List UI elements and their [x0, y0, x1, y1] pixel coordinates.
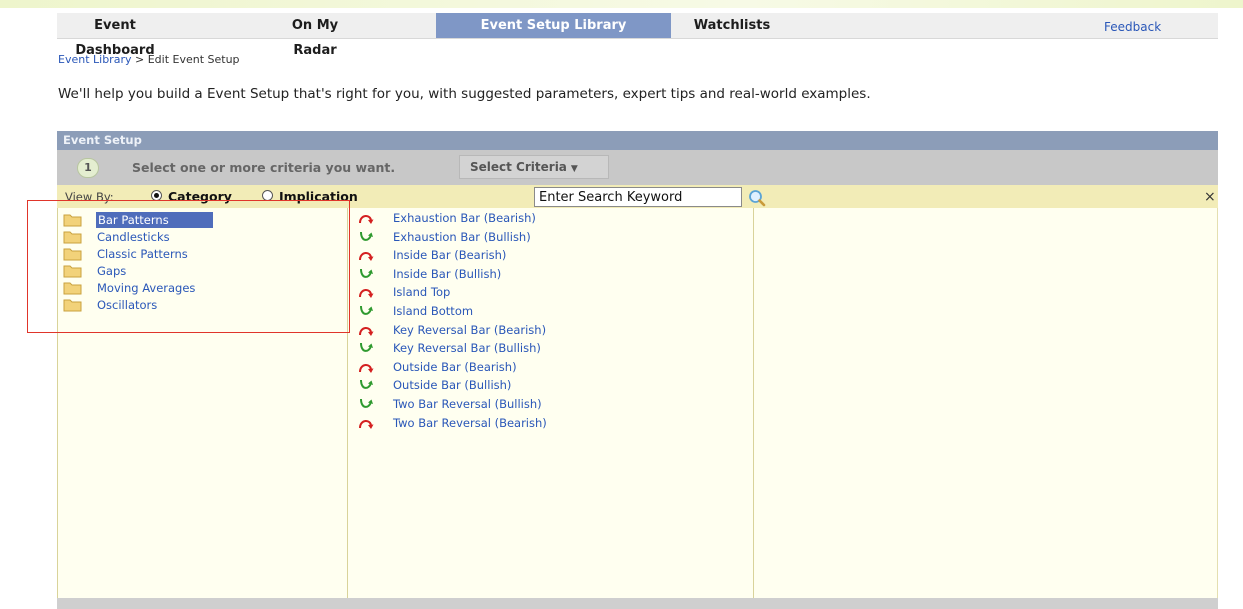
folder-icon	[63, 231, 82, 244]
category-item-candlesticks[interactable]: Candlesticks	[63, 229, 345, 246]
bearish-arrow-icon	[359, 215, 374, 224]
bullish-arrow-icon	[360, 343, 373, 353]
event-label: Island Top	[393, 285, 451, 300]
event-label: Island Bottom	[393, 303, 474, 318]
bullish-arrow-icon	[360, 231, 373, 241]
bearish-arrow-icon	[359, 289, 374, 299]
category-label: Oscillators	[97, 298, 158, 312]
breadcrumb-current: Edit Event Setup	[147, 53, 240, 66]
folder-icon	[63, 299, 82, 312]
step-number-badge: 1	[77, 158, 99, 178]
category-label: Candlesticks	[97, 230, 170, 244]
magnifier-search-icon[interactable]	[747, 186, 769, 208]
radio-category-label[interactable]: Category	[168, 189, 232, 204]
panel-bottom-strip	[57, 598, 1218, 609]
category-item-moving-averages[interactable]: Moving Averages	[63, 280, 345, 297]
view-by-row: View By: Category Implication ×	[57, 185, 1218, 208]
event-label: Outside Bar (Bullish)	[393, 378, 512, 393]
bearish-arrow-icon	[359, 252, 374, 262]
event-label: Key Reversal Bar (Bearish)	[393, 322, 547, 337]
bullish-arrow-icon	[360, 305, 373, 315]
event-label: Two Bar Reversal (Bearish)	[393, 415, 547, 430]
main-tab-bar: Event Dashboard On My Radar Event Setup …	[57, 13, 1218, 58]
search-keyword-input[interactable]	[534, 187, 742, 207]
bullish-arrow-icon	[360, 398, 373, 408]
bearish-arrow-icon	[359, 363, 374, 373]
category-label: Bar Patterns	[96, 212, 213, 228]
select-criteria-label: Select Criteria	[470, 160, 567, 174]
bullish-arrow-icon	[360, 380, 373, 390]
radio-implication[interactable]	[262, 190, 273, 201]
step-row: 1 Select one or more criteria you want. …	[57, 150, 1218, 185]
category-item-gaps[interactable]: Gaps	[63, 263, 345, 280]
tab-event-dashboard[interactable]: Event Dashboard	[57, 13, 173, 58]
breadcrumb-event-library-link[interactable]: Event Library	[58, 53, 131, 66]
tab-watchlists[interactable]: Watchlists	[671, 13, 793, 38]
feedback-link[interactable]: Feedback	[1104, 20, 1161, 34]
category-label: Gaps	[97, 264, 127, 278]
bearish-arrow-icon	[359, 419, 374, 429]
close-icon[interactable]: ×	[1204, 189, 1216, 205]
folder-icon	[63, 282, 82, 295]
event-label: Two Bar Reversal (Bullish)	[393, 396, 542, 411]
radio-category[interactable]	[151, 190, 162, 201]
tab-event-setup-library[interactable]: Event Setup Library	[436, 13, 671, 38]
detail-column	[753, 208, 1218, 598]
folder-icon	[63, 265, 82, 278]
breadcrumb-separator: >	[134, 53, 145, 66]
event-label: Inside Bar (Bullish)	[393, 266, 502, 281]
breadcrumb: Event Library > Edit Event Setup	[58, 53, 240, 66]
category-list: Bar Patterns Candlesticks Classic Patter…	[63, 212, 345, 314]
event-label: Inside Bar (Bearish)	[393, 248, 507, 263]
step-instruction: Select one or more criteria you want.	[132, 160, 396, 175]
bearish-arrow-icon	[359, 326, 374, 336]
category-item-classic-patterns[interactable]: Classic Patterns	[63, 246, 345, 263]
view-by-label: View By:	[65, 190, 114, 204]
event-label: Key Reversal Bar (Bullish)	[393, 341, 541, 356]
radio-implication-label[interactable]: Implication	[279, 189, 358, 204]
event-label: Exhaustion Bar (Bullish)	[393, 229, 531, 244]
folder-icon	[63, 248, 82, 261]
folder-icon	[63, 214, 82, 227]
event-label: Exhaustion Bar (Bearish)	[393, 211, 536, 225]
event-label: Outside Bar (Bearish)	[393, 359, 517, 374]
category-label: Moving Averages	[97, 281, 196, 295]
category-item-oscillators[interactable]: Oscillators	[63, 297, 345, 314]
top-glow-bar	[0, 0, 1243, 8]
intro-text: We'll help you build a Event Setup that'…	[58, 86, 871, 102]
event-setup-panel-title: Event Setup	[57, 131, 1218, 150]
category-item-bar-patterns[interactable]: Bar Patterns	[63, 212, 345, 229]
tab-on-my-radar[interactable]: On My Radar	[270, 13, 360, 58]
caret-down-icon: ▼	[570, 164, 578, 174]
bullish-arrow-icon	[360, 268, 373, 278]
select-criteria-button[interactable]: Select Criteria ▼	[459, 155, 609, 179]
category-label: Classic Patterns	[97, 247, 188, 261]
